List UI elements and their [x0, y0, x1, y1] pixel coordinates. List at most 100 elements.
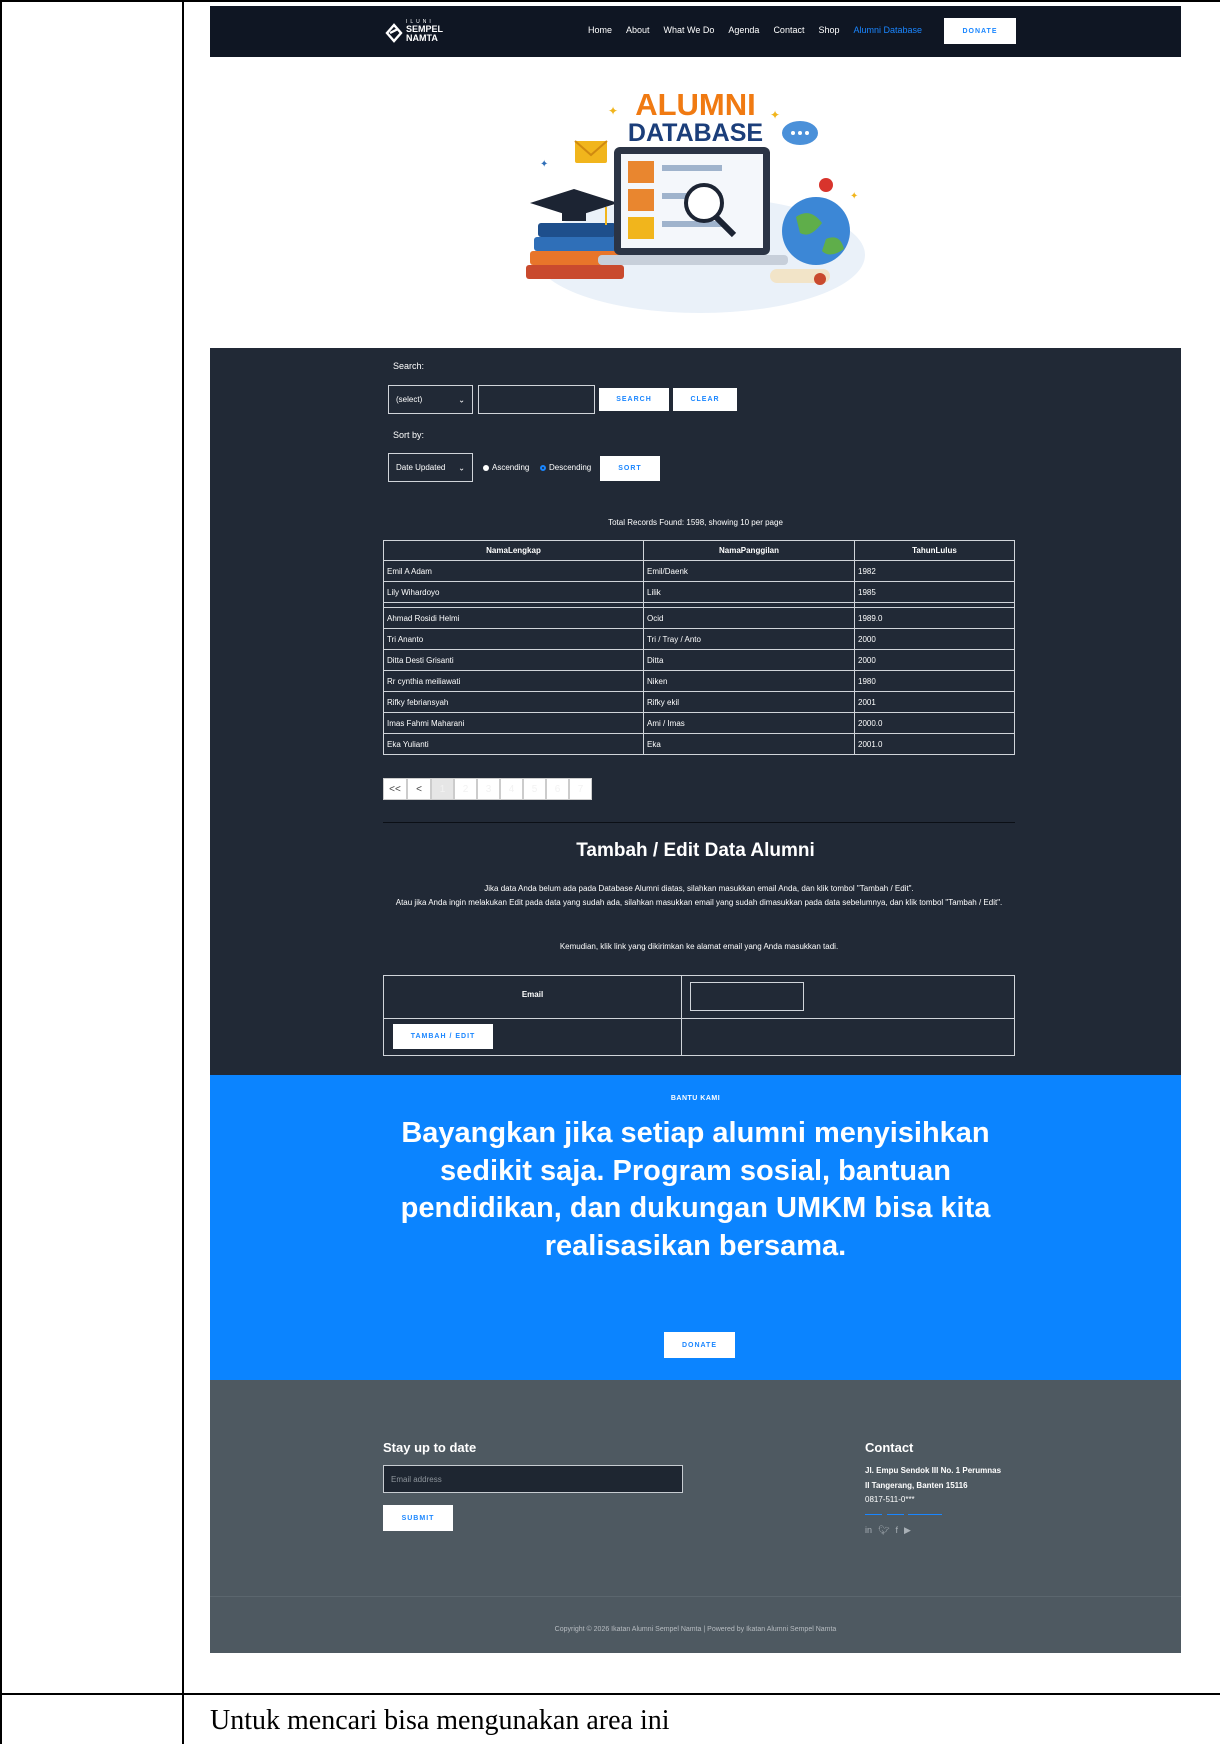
contact-address-line-1: Jl. Empu Sendok III No. 1 Perumnas [865, 1466, 1002, 1475]
pager-first-button[interactable]: << [383, 778, 407, 800]
donation-banner: BANTU KAMI Bayangkan jika setiap alumni … [210, 1075, 1181, 1380]
table-cell: Tri Ananto [383, 628, 644, 650]
pager-page[interactable]: 3 [477, 778, 500, 800]
search-field-select[interactable]: (select) ⌄ [388, 385, 473, 414]
edit-section-title: Tambah / Edit Data Alumni [576, 840, 815, 861]
contact-phone: 0817-511-0*** [865, 1495, 915, 1504]
top-navbar: ILUNI SEMPEL NAMTA Home About What We Do… [210, 6, 1181, 57]
website-screenshot: ILUNI SEMPEL NAMTA Home About What We Do… [210, 6, 1181, 1653]
pager-page[interactable]: 6 [546, 778, 569, 800]
doc-caption: Untuk mencari bisa mengunakan area ini [210, 1705, 670, 1736]
sort-field-select[interactable]: Date Updated ⌄ [388, 453, 473, 482]
table-cell: Imas Fahmi Maharani [383, 712, 644, 734]
edit-description-3: Kemudian, klik link yang dikirimkan ke a… [559, 942, 839, 951]
contact-address-line-2: II Tangerang, Banten 15116 [865, 1481, 968, 1490]
table-row: Rr cynthia meiliawati Niken 1980 [383, 670, 1015, 692]
col-header-nama-lengkap[interactable]: NamaLengkap [383, 540, 644, 561]
site-logo[interactable]: ILUNI SEMPEL NAMTA [384, 19, 446, 45]
newsletter-email-placeholder: Email address [391, 1474, 442, 1484]
descending-radio[interactable]: Descending [540, 463, 591, 472]
search-button[interactable]: SEARCH [599, 388, 669, 411]
nav-agenda[interactable]: Agenda [728, 25, 759, 35]
ascending-label: Ascending [492, 463, 530, 472]
newsletter-submit-button[interactable]: SUBMIT [383, 1505, 453, 1531]
hero-title-database: DATABASE [627, 119, 764, 147]
youtube-icon[interactable]: ▶ [904, 1525, 911, 1536]
linkedin-icon[interactable]: in [865, 1525, 872, 1536]
newsletter-title: Stay up to date [383, 1440, 477, 1455]
table-cell: Emil/Daenk [643, 560, 855, 582]
tambah-edit-button[interactable]: TAMBAH / EDIT [393, 1024, 493, 1049]
sort-button[interactable]: SORT [600, 456, 660, 481]
table-cell: 2001 [854, 691, 1015, 713]
edit-description-2: Atau jika Anda ingin melakukan Edit pada… [395, 898, 1003, 907]
table-cell: Ocid [643, 607, 855, 629]
pager-page[interactable]: 4 [500, 778, 523, 800]
nav-about[interactable]: About [626, 25, 650, 35]
facebook-icon[interactable]: f [895, 1525, 898, 1536]
table-cell: 2000.0 [854, 712, 1015, 734]
col-header-tahun-lulus[interactable]: TahunLulus [854, 540, 1015, 561]
table-row: Emil A Adam Emil/Daenk 1982 [383, 560, 1015, 582]
col-header-nama-panggilan[interactable]: NamaPanggilan [643, 540, 855, 561]
pager-page[interactable]: 7 [569, 778, 592, 800]
table-cell: Emil A Adam [383, 560, 644, 582]
table-row: Eka Yulianti Eka 2001.0 [383, 733, 1015, 755]
records-count: Total Records Found: 1598, showing 10 pe… [608, 518, 783, 527]
nav-shop[interactable]: Shop [818, 25, 839, 35]
copyright-text: Copyright © 2026 Ikatan Alumni Sempel Na… [554, 1626, 837, 1633]
pager-prev-button[interactable]: < [407, 778, 431, 800]
table-cell: Ditta [643, 649, 855, 671]
svg-text:✦: ✦ [850, 191, 858, 202]
nav-contact[interactable]: Contact [773, 25, 804, 35]
table-cell: Eka [643, 733, 855, 755]
alumni-table: NamaLengkap NamaPanggilan TahunLulus Emi… [383, 540, 1015, 755]
table-cell: Ami / Imas [643, 712, 855, 734]
nav-home[interactable]: Home [588, 25, 612, 35]
pager-page-current[interactable]: 1 [431, 778, 454, 800]
nav-what-we-do[interactable]: What We Do [664, 25, 715, 35]
nav-donate-button[interactable]: DONATE [944, 18, 1016, 44]
doc-border-left [0, 0, 2, 1744]
table-header-row: NamaLengkap NamaPanggilan TahunLulus [383, 540, 1015, 561]
banner-headline: Bayangkan jika setiap alumni menyisihkan… [400, 1117, 991, 1262]
email-input[interactable] [690, 982, 804, 1011]
clear-button[interactable]: CLEAR [673, 388, 737, 411]
logo-line-2: NAMTA [406, 33, 438, 43]
logo-text: SEMPEL NAMTA [406, 25, 443, 43]
contact-link-underline[interactable] [865, 1514, 882, 1515]
chevron-down-icon: ⌄ [458, 463, 465, 472]
table-cell: 2000 [854, 649, 1015, 671]
newsletter-email-input[interactable]: Email address [383, 1465, 683, 1493]
search-label: Search: [393, 361, 425, 371]
chevron-down-icon: ⌄ [458, 395, 465, 404]
table-cell: 1982 [854, 560, 1015, 582]
contact-title: Contact [865, 1440, 914, 1455]
table-row: Rifky febriansyah Rifky ekil 2001 [383, 691, 1015, 713]
svg-text:✦: ✦ [540, 159, 548, 170]
nav-alumni-database[interactable]: Alumni Database [854, 25, 923, 35]
table-cell: Lily Wihardoyo [383, 581, 644, 603]
search-input[interactable] [478, 385, 595, 414]
edit-description-1: Jika data Anda belum ada pada Database A… [484, 884, 914, 893]
table-cell: Rifky ekil [643, 691, 855, 713]
doc-column-divider [182, 0, 184, 1744]
radio-unchecked-icon [483, 464, 489, 471]
pager-page[interactable]: 5 [523, 778, 546, 800]
contact-link-underline[interactable] [887, 1514, 904, 1515]
twitter-icon[interactable]: 🐦︎ [878, 1525, 889, 1536]
section-divider [383, 822, 1015, 823]
table-row: Ahmad Rosidi Helmi Ocid 1989.0 [383, 607, 1015, 629]
table-row: Imas Fahmi Maharani Ami / Imas 2000.0 [383, 712, 1015, 734]
site-footer: Stay up to date Email address SUBMIT Con… [210, 1380, 1181, 1653]
contact-link-underline[interactable] [908, 1514, 942, 1515]
table-cell: Lilik [643, 581, 855, 603]
ascending-radio[interactable]: Ascending [483, 463, 529, 472]
table-cell: Ditta Desti Grisanti [383, 649, 644, 671]
table-cell: Rifky febriansyah [383, 691, 644, 713]
pager-page[interactable]: 2 [454, 778, 477, 800]
table-cell: 1985 [854, 581, 1015, 603]
search-field-select-value: (select) [396, 395, 423, 404]
hero-banner: ✦ ✦ ✦ ✦ ALUMNI DATABASE [210, 57, 1181, 348]
banner-donate-button[interactable]: DONATE [664, 1332, 735, 1358]
